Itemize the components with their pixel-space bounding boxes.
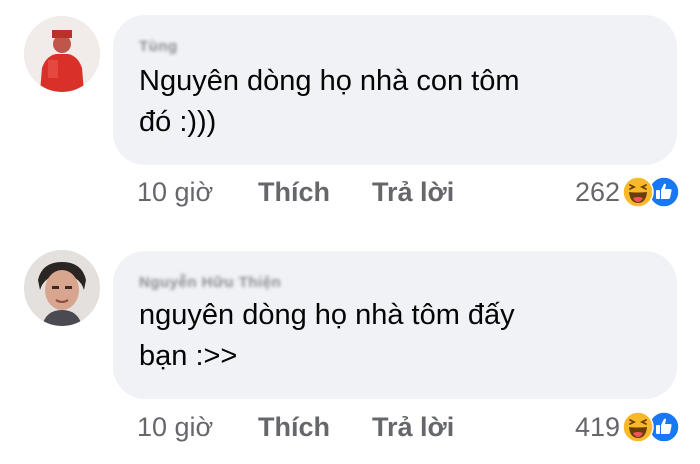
avatar[interactable]: [24, 250, 100, 326]
comment-author[interactable]: Nguyễn Hữu Thiện: [139, 273, 281, 293]
comment-text: Nguyên dòng họ nhà con tôm đó :))): [139, 61, 651, 143]
comment-text-line: đó :))): [139, 106, 217, 138]
comment-text: nguyên dòng họ nhà tôm đấy bạn :>>: [139, 295, 651, 377]
haha-icon: [622, 176, 654, 208]
reaction-summary[interactable]: 419: [575, 407, 680, 447]
comment-text-line: nguyên dòng họ nhà tôm đấy: [139, 299, 515, 331]
comment-text-line: Nguyên dòng họ nhà con tôm: [139, 65, 520, 97]
comment-bubble: Tùng Nguyên dòng họ nhà con tôm đó :))): [113, 15, 677, 165]
reaction-count: 262: [574, 176, 620, 207]
avatar[interactable]: [24, 16, 100, 92]
like-button[interactable]: Thích: [258, 407, 330, 447]
avatar-image: [24, 250, 100, 326]
comment-time[interactable]: 10 giờ: [137, 407, 213, 447]
like-button[interactable]: Thích: [258, 172, 330, 212]
comment-bubble: Nguyễn Hữu Thiện nguyên dòng họ nhà tôm …: [113, 251, 677, 399]
reaction-summary[interactable]: 262: [575, 172, 680, 212]
reply-button[interactable]: Trả lời: [372, 407, 454, 447]
haha-icon: [622, 411, 654, 443]
comment-author[interactable]: Tùng: [139, 37, 178, 57]
reply-button[interactable]: Trả lời: [372, 172, 454, 212]
comment-text-line: bạn :>>: [139, 340, 238, 372]
reaction-count: 419: [574, 411, 620, 442]
comment-time[interactable]: 10 giờ: [137, 172, 213, 212]
avatar-image: [24, 16, 100, 92]
